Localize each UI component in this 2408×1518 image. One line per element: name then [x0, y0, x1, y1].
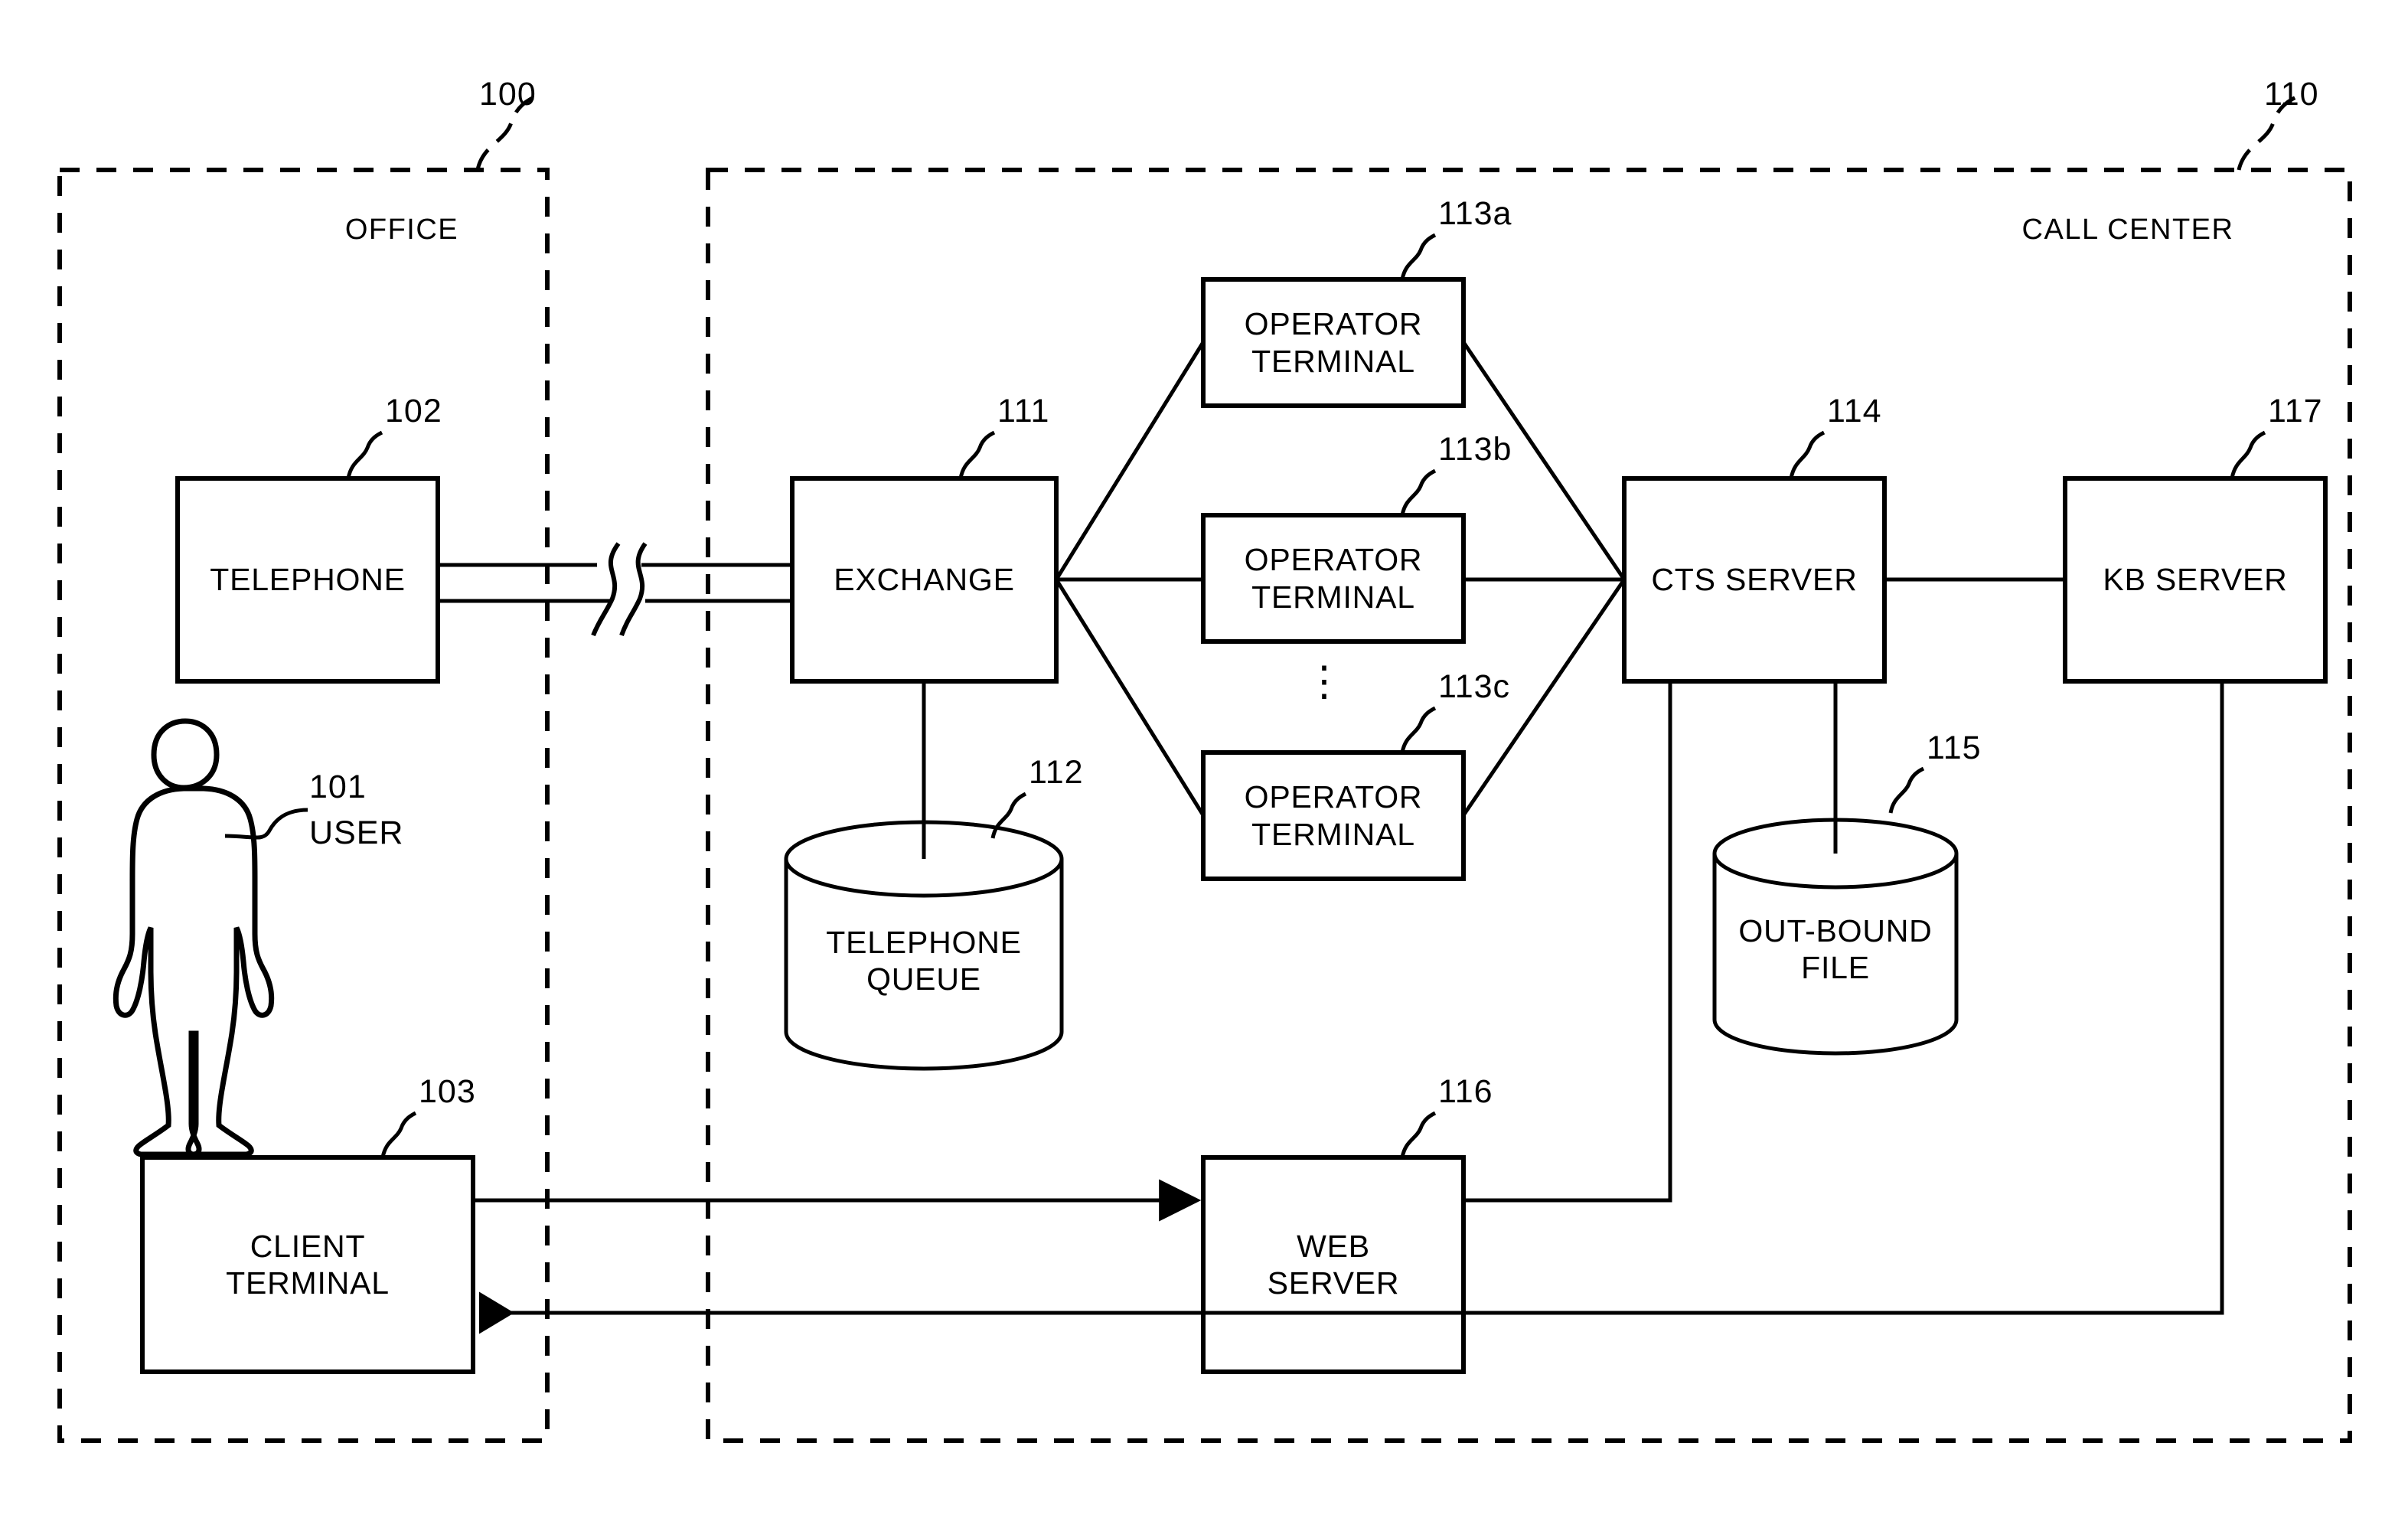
telephone-queue-ref: 112 [1029, 754, 1084, 791]
leader-103 [380, 1111, 417, 1158]
kb-server-ref: 117 [2268, 393, 2323, 429]
user-label: USER [309, 814, 404, 851]
call-center-zone-ref: 110 [2264, 76, 2319, 113]
telephone-queue-label: TELEPHONE QUEUE [826, 924, 1022, 997]
leader-102 [346, 430, 383, 479]
line-break-symbol-right [619, 542, 648, 637]
exchange-ref: 111 [997, 393, 1050, 429]
line-break-symbol-left [591, 542, 621, 637]
exchange-label: EXCHANGE [834, 562, 1015, 598]
leader-113b [1400, 468, 1437, 516]
user-ref: 101 [309, 769, 367, 805]
client-terminal-label: CLIENT TERMINAL [226, 1228, 390, 1301]
operator-terminal-ellipsis: ⋮ [1304, 658, 1345, 704]
outbound-file-ref: 115 [1927, 730, 1982, 766]
office-zone-ref: 100 [479, 76, 537, 113]
user-figure [113, 718, 275, 1157]
client-terminal-ref: 103 [419, 1073, 476, 1110]
leader-115 [1888, 766, 1925, 814]
operator-terminal-c-label: OPERATOR TERMINAL [1244, 779, 1423, 852]
office-zone-title: OFFICE [344, 214, 459, 246]
operator-terminal-c-ref: 113c [1438, 668, 1511, 705]
web-server-label: WEB SERVER [1267, 1228, 1400, 1301]
cts-to-web-line [1463, 681, 1672, 1203]
outbound-file-label: OUT-BOUND FILE [1738, 912, 1933, 985]
leader-114 [1789, 430, 1826, 479]
operator-terminal-a-label: OPERATOR TERMINAL [1244, 306, 1423, 379]
call-center-zone-border [706, 168, 2352, 1443]
leader-116 [1400, 1111, 1437, 1158]
leader-111 [958, 430, 996, 479]
cts-server-ref: 114 [1827, 393, 1882, 429]
diagram-canvas: OFFICE CALL CENTER 100 110 101 USER TELE… [0, 0, 2408, 1518]
call-center-zone-title: CALL CENTER [2021, 214, 2234, 246]
operator-terminal-b-ref: 113b [1438, 431, 1512, 468]
leader-117 [2230, 430, 2266, 479]
leader-113a [1400, 233, 1437, 280]
exchange-to-operator-a [1054, 341, 1206, 581]
leader-113c [1400, 706, 1437, 753]
leader-101 [224, 808, 308, 840]
cts-server-label: CTS SERVER [1651, 562, 1858, 598]
operator-terminal-a-ref: 113a [1438, 195, 1512, 232]
operator-terminal-b-label: OPERATOR TERMINAL [1244, 542, 1423, 615]
telephone-ref: 102 [385, 393, 442, 429]
web-server-ref: 116 [1438, 1073, 1493, 1110]
kb-server-label: KB SERVER [2103, 562, 2288, 598]
telephone-label: TELEPHONE [210, 562, 406, 598]
